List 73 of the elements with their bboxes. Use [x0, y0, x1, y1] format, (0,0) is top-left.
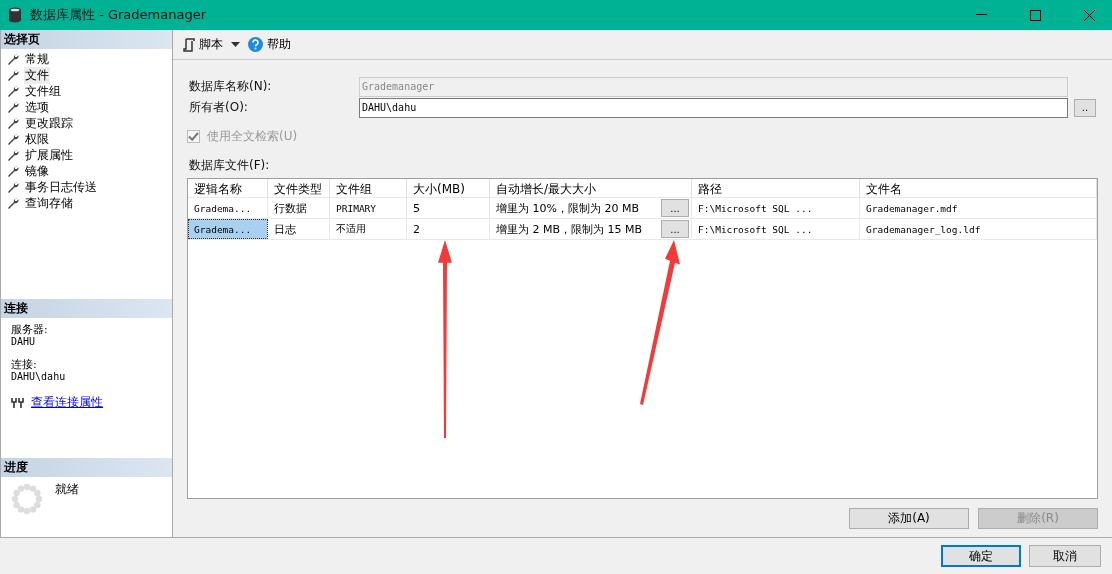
- table-cell: 日志: [268, 219, 330, 239]
- caret-icon[interactable]: [231, 42, 240, 47]
- table-cell: Grademanager_log.ldf: [860, 219, 1097, 239]
- table-cell: 5: [407, 198, 490, 218]
- sidebar-item[interactable]: 扩展属性: [24, 146, 74, 164]
- window-title: 数据库属性 - Grademanager: [30, 6, 207, 24]
- table-cell: Gradema...: [188, 219, 268, 239]
- section-header: 进度: [1, 458, 172, 477]
- script-icon: [183, 37, 195, 52]
- sidebar-item[interactable]: 查询存储: [24, 194, 74, 212]
- minimize-icon: [975, 14, 987, 16]
- sidebar-item[interactable]: 选项: [24, 98, 50, 116]
- column-header[interactable]: 路径: [692, 179, 860, 200]
- owner-field[interactable]: DAHU\dahu: [359, 97, 1068, 118]
- dialog-button[interactable]: 确定: [941, 545, 1021, 567]
- table-cell: PRIMARY: [330, 198, 407, 218]
- status-text: 就绪: [55, 483, 79, 498]
- sidebar-item[interactable]: 事务日志传送: [24, 178, 98, 196]
- column-header[interactable]: 逻辑名称: [188, 179, 268, 200]
- wrench-icon: [7, 69, 19, 81]
- sidebar-item[interactable]: 更改跟踪: [24, 114, 74, 132]
- plug-icon: [11, 397, 25, 408]
- checkbox-label: 使用全文检索(U): [206, 128, 299, 145]
- wrench-icon: [7, 101, 19, 113]
- table-cell: 不适用: [330, 219, 407, 239]
- sidebar-item[interactable]: 文件: [24, 66, 50, 84]
- ellipsis-button[interactable]: ...: [661, 199, 689, 217]
- wrench-icon: [7, 85, 19, 97]
- close-icon: [1083, 9, 1095, 21]
- sidebar-item[interactable]: 镜像: [24, 162, 50, 180]
- dialog-button[interactable]: 取消: [1029, 545, 1101, 567]
- connection-name: DAHU\dahu: [11, 371, 67, 382]
- action-button[interactable]: 添加(A): [849, 508, 969, 529]
- sidebar-item[interactable]: 常规: [24, 50, 50, 68]
- table-cell: F:\Microsoft SQL ...: [692, 219, 860, 239]
- table-cell: 2: [407, 219, 490, 239]
- script-button[interactable]: 脚本: [181, 34, 225, 55]
- connection-label: 连接:: [11, 359, 38, 371]
- server-label: 服务器:: [11, 324, 49, 336]
- table-cell: F:\Microsoft SQL ...: [692, 198, 860, 218]
- wrench-icon: [7, 181, 19, 193]
- table-cell: 增里为 2 MB，限制为 15 MB: [496, 221, 643, 237]
- spinner-icon: [11, 483, 43, 515]
- table-cell: Gradema...: [188, 198, 268, 218]
- field-label: 所有者(O):: [188, 99, 249, 116]
- wrench-icon: [7, 53, 19, 65]
- arrow-icon: [437, 240, 453, 440]
- column-header[interactable]: 文件名: [860, 179, 1097, 200]
- table-cell: 增里为 10%，限制为 20 MB: [496, 200, 639, 216]
- wrench-icon: [7, 165, 19, 177]
- field-label: 数据库名称(N):: [188, 78, 273, 95]
- wrench-icon: [7, 117, 19, 129]
- wrench-icon: [7, 149, 19, 161]
- ellipsis-button[interactable]: ...: [661, 220, 689, 238]
- column-header[interactable]: 大小(MB): [407, 179, 490, 200]
- connection-properties-link[interactable]: 查看连接属性: [31, 394, 103, 411]
- table-cell: Grademanager.mdf: [860, 198, 1097, 218]
- table-cell: 行数据: [268, 198, 330, 218]
- column-header[interactable]: 文件组: [330, 179, 407, 200]
- section-header: 选择页: [1, 30, 172, 49]
- database-icon: [8, 7, 22, 23]
- section-label: 数据库文件(F):: [188, 157, 271, 174]
- maximize-icon: [1029, 9, 1041, 21]
- sidebar-item[interactable]: 文件组: [24, 82, 62, 100]
- wrench-icon: [7, 197, 19, 209]
- sidebar-item[interactable]: 权限: [24, 130, 50, 148]
- browse-button[interactable]: ..: [1074, 98, 1096, 117]
- help-icon: [248, 37, 263, 52]
- server-name: DAHU: [11, 336, 37, 347]
- help-button[interactable]: 帮助: [246, 34, 293, 55]
- section-header: 连接: [1, 299, 172, 318]
- wrench-icon: [7, 133, 19, 145]
- column-header[interactable]: 文件类型: [268, 179, 330, 200]
